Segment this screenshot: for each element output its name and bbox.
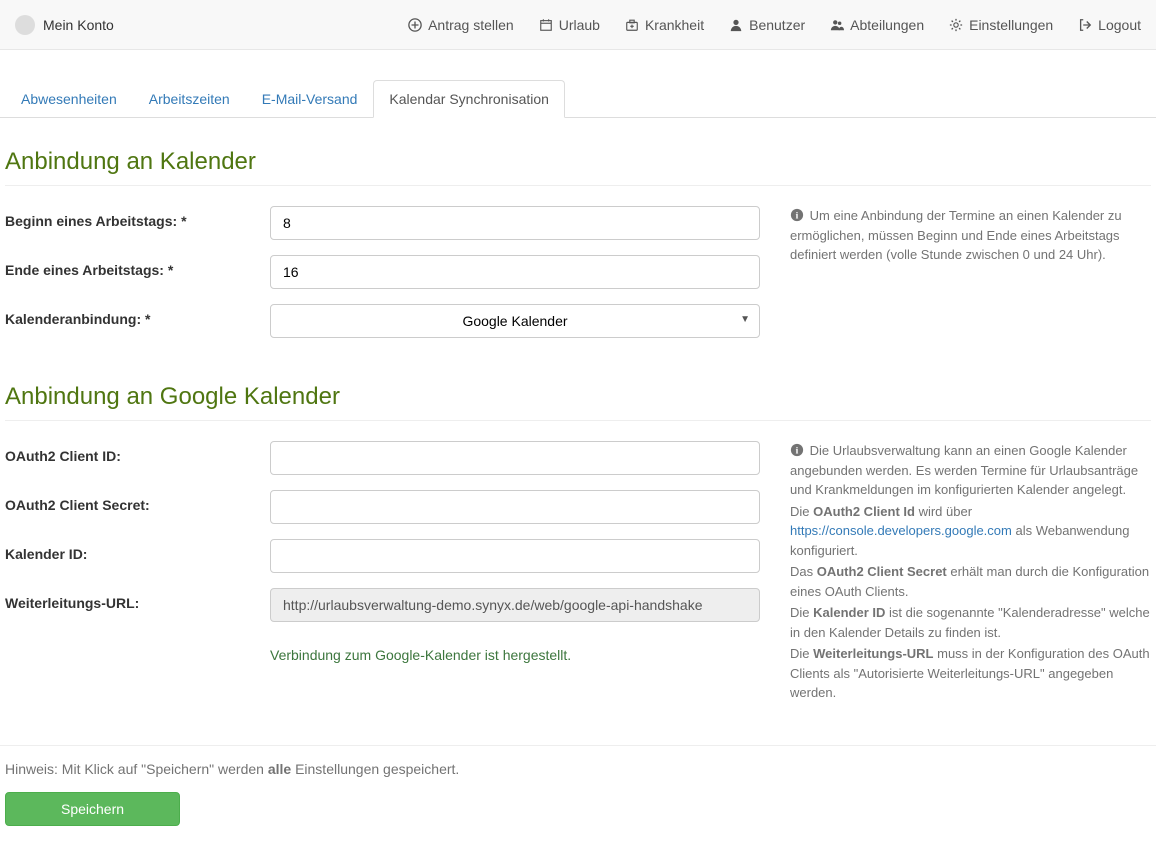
gear-icon [949, 18, 963, 32]
input-workday-start[interactable] [270, 206, 760, 240]
nav-logout[interactable]: Logout [1078, 17, 1141, 33]
medkit-icon [625, 18, 639, 32]
label-redirect-url: Weiterleitungs-URL: [5, 588, 270, 622]
save-button[interactable]: Speichern [5, 792, 180, 826]
section-heading-google: Anbindung an Google Kalender [5, 383, 1151, 421]
sign-out-icon [1078, 18, 1092, 32]
nav-antrag-stellen[interactable]: Antrag stellen [408, 17, 514, 33]
nav-krankheit[interactable]: Krankheit [625, 17, 704, 33]
tab-abwesenheiten[interactable]: Abwesenheiten [5, 80, 133, 118]
input-workday-end[interactable] [270, 255, 760, 289]
link-google-console[interactable]: https://console.developers.google.com [790, 523, 1012, 538]
input-calendar-id[interactable] [270, 539, 760, 573]
svg-text:i: i [796, 446, 799, 457]
nav-abteilungen[interactable]: Abteilungen [830, 17, 924, 33]
tab-arbeitszeiten[interactable]: Arbeitszeiten [133, 80, 246, 118]
select-provider[interactable]: Google Kalender [270, 304, 760, 338]
nav-benutzer[interactable]: Benutzer [729, 17, 805, 33]
navbar: Mein Konto Antrag stellen Urlaub Krankhe… [0, 0, 1156, 50]
input-redirect-url [270, 588, 760, 622]
svg-text:i: i [796, 211, 799, 222]
input-client-id[interactable] [270, 441, 760, 475]
label-workday-end: Ende eines Arbeitstags: * [5, 255, 270, 289]
tab-kalender-sync[interactable]: Kalendar Synchronisation [373, 80, 565, 118]
calendar-icon [539, 18, 553, 32]
label-client-secret: OAuth2 Client Secret: [5, 490, 270, 524]
tab-email-versand[interactable]: E-Mail-Versand [246, 80, 374, 118]
avatar [15, 15, 35, 35]
section-heading-kalender: Anbindung an Kalender [5, 148, 1151, 186]
nav-urlaub[interactable]: Urlaub [539, 17, 600, 33]
input-client-secret[interactable] [270, 490, 760, 524]
nav-einstellungen[interactable]: Einstellungen [949, 17, 1053, 33]
user-icon [729, 18, 743, 32]
label-calendar-id: Kalender ID: [5, 539, 270, 573]
footer-hint: Hinweis: Mit Klick auf "Speichern" werde… [5, 761, 1151, 777]
navbar-account[interactable]: Mein Konto [15, 15, 114, 35]
label-client-id: OAuth2 Client ID: [5, 441, 270, 475]
label-workday-start: Beginn eines Arbeitstags: * [5, 206, 270, 240]
help-text-google-1: Die Urlaubsverwaltung kann an einen Goog… [790, 443, 1138, 497]
success-message: Verbindung zum Google-Kalender ist herge… [270, 647, 571, 663]
info-icon: i [790, 443, 804, 457]
plus-circle-icon [408, 18, 422, 32]
users-icon [830, 18, 844, 32]
help-text-kalender: Um eine Anbindung der Termine an einen K… [790, 208, 1122, 262]
account-label: Mein Konto [43, 17, 114, 33]
info-icon: i [790, 208, 804, 222]
tabs: Abwesenheiten Arbeitszeiten E-Mail-Versa… [0, 80, 1156, 118]
label-provider: Kalenderanbindung: * [5, 304, 270, 338]
